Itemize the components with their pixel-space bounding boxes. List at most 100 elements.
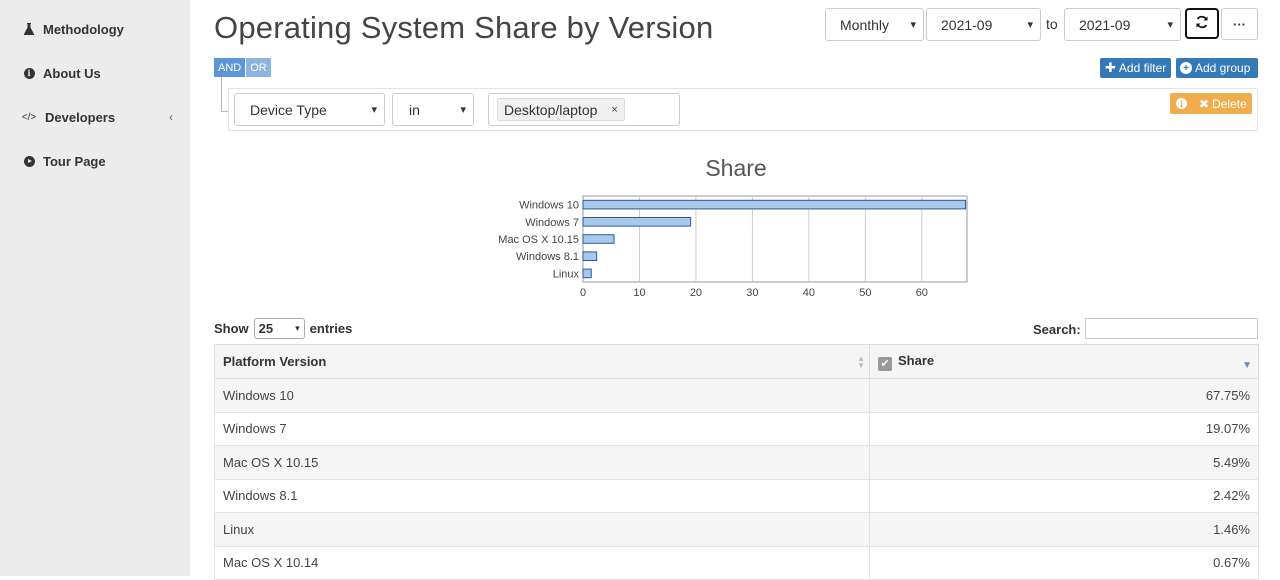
share-chart: Share 0 10 20 30 40 50 60 Windows 10 Windows 7 Mac… (490, 150, 990, 310)
field-value: Device Type (250, 101, 327, 118)
table-row[interactable]: Windows 7 19.07% (214, 411, 1259, 446)
share-cell: 0.67% (869, 545, 1259, 580)
table-row[interactable]: Mac OS X 10.15 5.49% (214, 445, 1259, 480)
x-tick-label: 20 (690, 287, 702, 299)
add-group-button[interactable]: + Add group (1176, 58, 1258, 78)
sidebar-item-methodology[interactable]: Methodology (22, 19, 177, 39)
refresh-icon (1195, 15, 1209, 33)
play-circle-icon (22, 155, 36, 167)
more-options-button[interactable]: ··· (1221, 8, 1258, 40)
bar (582, 234, 615, 244)
from-date-select[interactable]: 2021-09 ▾ (926, 8, 1041, 41)
bar (582, 217, 692, 227)
value-tag-input[interactable]: Desktop/laptop × (488, 93, 680, 126)
platform-version-cell: Windows 7 (214, 411, 870, 446)
close-icon: ✖ (1199, 96, 1210, 111)
share-cell: 19.07% (869, 411, 1259, 446)
x-tick-label: 0 (580, 287, 586, 299)
to-date-select[interactable]: 2021-09 ▾ (1064, 8, 1181, 41)
y-tick-label: Windows 10 (519, 200, 579, 212)
bar (582, 251, 598, 262)
table-row[interactable]: Windows 10 67.75% (214, 378, 1259, 413)
sidebar-item-label: About Us (43, 65, 101, 81)
plus-icon: ✚ (1105, 60, 1116, 75)
share-chart-svg: Share 0 10 20 30 40 50 60 Windows 10 Windows 7 Mac… (498, 155, 968, 299)
platform-version-cell: Windows 10 (214, 378, 870, 413)
entries-label: entries (309, 321, 353, 336)
y-tick-label: Windows 7 (525, 217, 579, 229)
sort-icon: ▲ ▼ (857, 354, 865, 370)
column-header-label: Share (898, 352, 935, 368)
table-row[interactable]: Linux 1.46% (214, 512, 1259, 547)
operator-select[interactable]: in ▾ (392, 93, 474, 126)
delete-rule-button[interactable]: i ✖ Delete (1170, 93, 1252, 114)
chevron-down-icon: ▾ (1027, 19, 1033, 31)
share-cell: 2.42% (869, 478, 1259, 513)
sidebar-item-developers[interactable]: </> Developers ‹ (22, 107, 177, 127)
y-tick-label: Mac OS X 10.15 (498, 234, 579, 246)
bar (582, 199, 967, 210)
column-header-share[interactable]: ✔ Share ▼ (869, 344, 1259, 379)
chevron-down-icon: ▾ (460, 104, 466, 116)
flask-icon (22, 23, 36, 35)
remove-tag-icon[interactable]: × (611, 104, 617, 116)
plus-circle-icon: + (1180, 62, 1192, 74)
entries-control: Show 25 ▾ entries (214, 318, 352, 339)
to-label: to (1046, 16, 1058, 32)
entries-value: 25 (258, 321, 274, 336)
platform-version-cell: Windows 8.1 (214, 478, 870, 513)
chevron-down-icon: ▾ (295, 323, 300, 333)
show-label: Show (214, 321, 249, 336)
data-table: Platform Version ▲ ▼ ✔ Share ▼ Windows 10 … (214, 344, 1259, 580)
column-header-platform-version[interactable]: Platform Version ▲ ▼ (214, 344, 870, 379)
sort-desc-icon: ▼ (1242, 360, 1252, 371)
y-tick-label: Windows 8.1 (516, 251, 579, 263)
table-row[interactable]: Windows 8.1 2.42% (214, 478, 1259, 513)
x-tick-label: 60 (916, 287, 928, 299)
sidebar-item-label: Tour Page (43, 153, 106, 169)
share-cell: 5.49% (869, 445, 1259, 480)
operator-value: in (409, 101, 420, 118)
column-header-label: Platform Version (223, 354, 327, 369)
platform-version-cell: Mac OS X 10.15 (214, 445, 870, 480)
sidebar-item-tour-page[interactable]: Tour Page (22, 151, 177, 171)
table-header-row: Platform Version ▲ ▼ ✔ Share ▼ (214, 344, 1259, 379)
table-row[interactable]: Mac OS X 10.14 0.67% (214, 545, 1259, 580)
entries-select[interactable]: 25 ▾ (253, 318, 305, 339)
checkbox-icon[interactable]: ✔ (878, 356, 892, 371)
chevron-down-icon: ▾ (910, 19, 916, 31)
x-tick-label: 50 (859, 287, 871, 299)
code-icon: </> (21, 111, 37, 123)
chevron-left-icon[interactable]: ‹ (169, 110, 173, 124)
ellipsis-icon: ··· (1233, 16, 1246, 32)
x-tick-label: 30 (746, 287, 758, 299)
sidebar-item-about-us[interactable]: i About Us (22, 63, 177, 83)
share-cell: 67.75% (869, 378, 1259, 413)
add-filter-label: Add filter (1118, 61, 1167, 75)
refresh-button[interactable] (1185, 8, 1219, 39)
and-button[interactable]: AND (214, 58, 246, 77)
x-tick-label: 40 (803, 287, 815, 299)
search-label: Search: (1033, 322, 1081, 337)
bar (582, 268, 592, 279)
condition-toggle: AND OR (214, 58, 271, 77)
sidebar-item-label: Methodology (43, 21, 124, 37)
add-filter-button[interactable]: ✚ Add filter (1100, 58, 1172, 78)
field-select[interactable]: Device Type ▾ (234, 93, 385, 126)
y-tick-label: Linux (553, 268, 580, 280)
to-date-value: 2021-09 (1079, 16, 1131, 33)
granularity-select[interactable]: Monthly ▾ (825, 8, 924, 41)
or-button[interactable]: OR (246, 58, 271, 77)
add-group-label: Add group (1195, 61, 1251, 75)
from-date-value: 2021-09 (941, 16, 993, 33)
sidebar-item-label: Developers (45, 109, 116, 125)
search-input[interactable] (1085, 318, 1258, 339)
delete-label: Delete (1212, 96, 1247, 111)
chevron-down-icon: ▾ (371, 104, 377, 116)
info-icon: i (1176, 98, 1187, 109)
granularity-value: Monthly (840, 16, 890, 33)
chart-title: Share (705, 155, 766, 181)
value-tag-label: Desktop/laptop (504, 101, 598, 118)
platform-version-cell: Linux (214, 512, 870, 547)
value-tag: Desktop/laptop × (497, 98, 625, 121)
